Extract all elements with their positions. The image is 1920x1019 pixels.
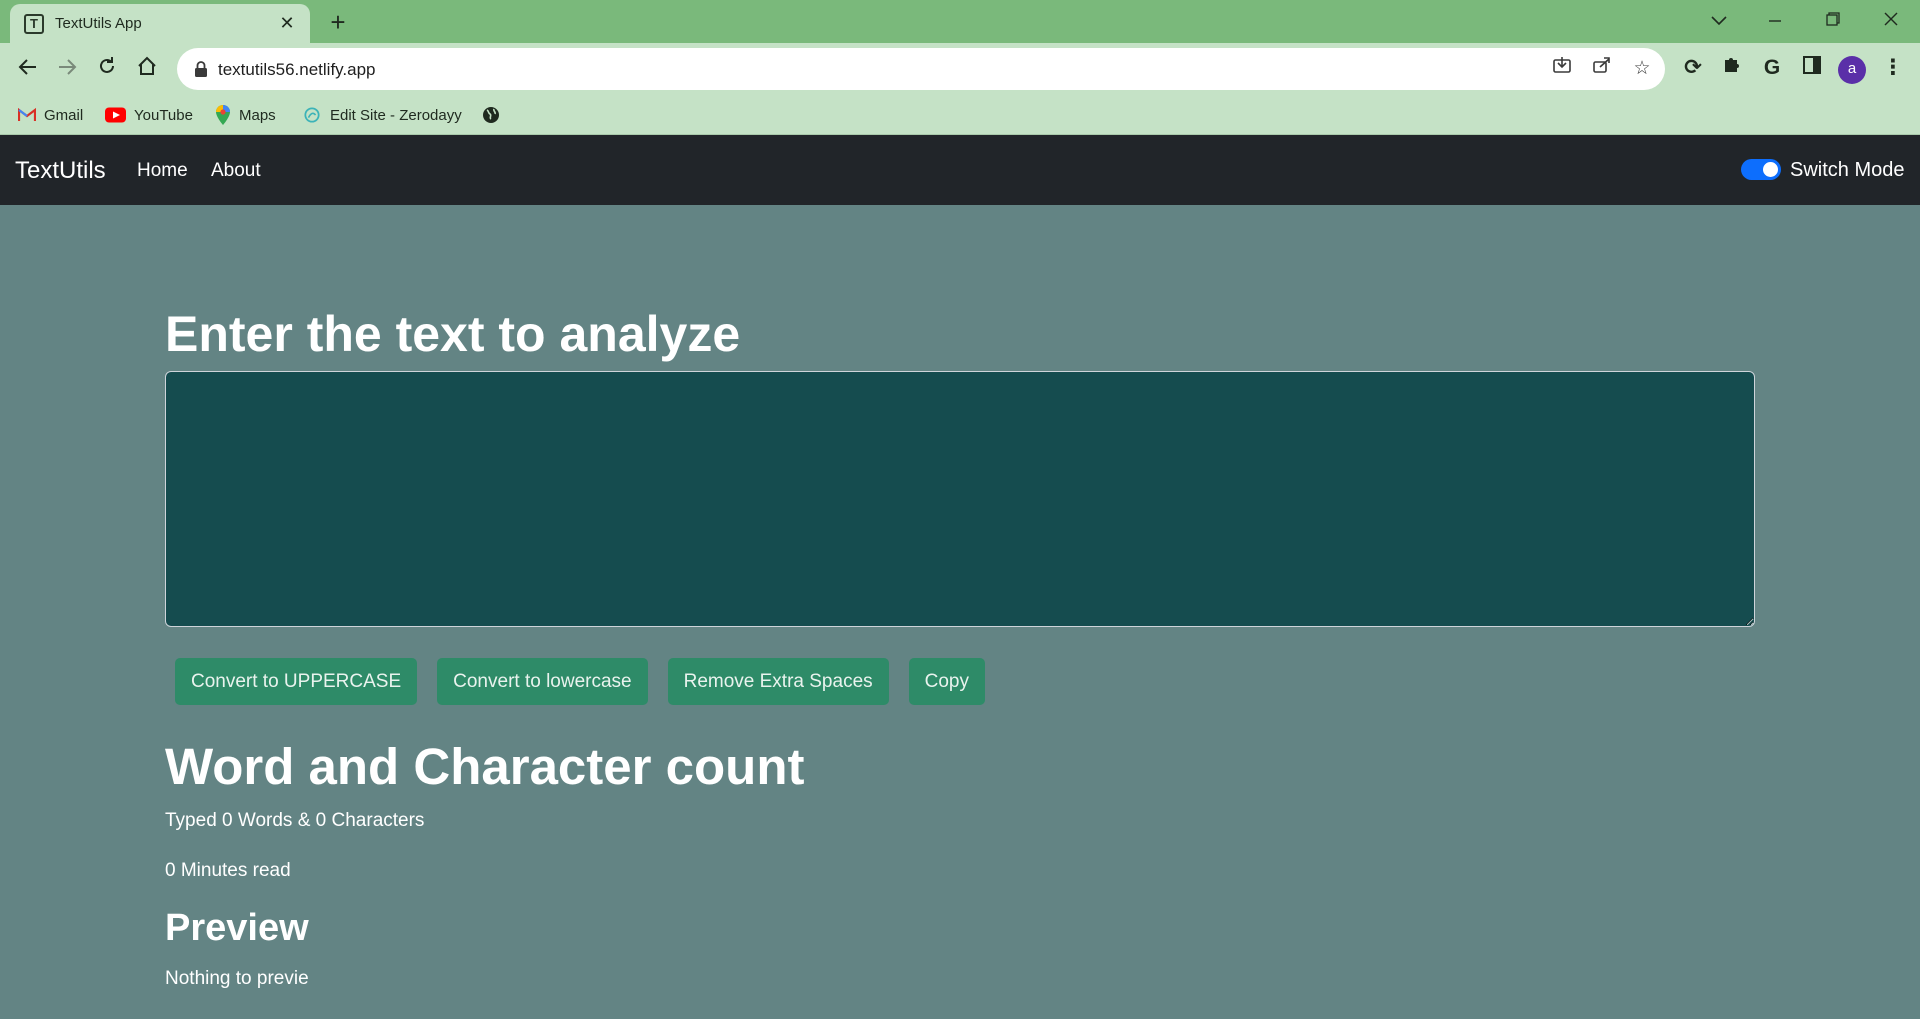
bookmarks-bar: Gmail YouTube Maps Edit Site - Zerodayy <box>0 95 1920 135</box>
bookmark-edit-site[interactable]: Edit Site - Zerodayy <box>302 104 462 126</box>
tab-title: TextUtils App <box>55 15 142 32</box>
bookmark-maps[interactable]: Maps <box>215 104 276 126</box>
forward-arrow-icon[interactable] <box>51 53 83 85</box>
browser-tab[interactable]: T TextUtils App ✕ <box>10 4 310 43</box>
mode-toggle-switch[interactable] <box>1741 159 1781 180</box>
navbar-brand[interactable]: TextUtils <box>15 157 106 185</box>
url-text[interactable]: textutils56.netlify.app <box>218 60 376 80</box>
word-char-count: Typed 0 Words & 0 Characters <box>165 810 425 831</box>
minimize-icon[interactable] <box>1755 4 1795 36</box>
browser-menu-icon[interactable]: ⋮ <box>1878 53 1908 83</box>
maps-icon <box>216 105 230 125</box>
bookmark-star-icon[interactable]: ☆ <box>1629 56 1655 82</box>
tab-search-chevron-icon[interactable] <box>1699 4 1739 36</box>
sync-extension-icon[interactable]: ⟳ <box>1678 53 1708 83</box>
home-icon[interactable] <box>131 53 163 85</box>
copy-button[interactable]: Copy <box>908 658 985 705</box>
remove-spaces-button[interactable]: Remove Extra Spaces <box>667 658 889 705</box>
globe-icon <box>483 107 499 123</box>
uppercase-button[interactable]: Convert to UPPERCASE <box>175 658 418 705</box>
bookmark-label: Edit Site - Zerodayy <box>330 106 462 124</box>
mode-toggle-label: Switch Mode <box>1790 159 1905 181</box>
lock-icon <box>195 61 207 77</box>
app-navbar: TextUtils Home About Switch Mode <box>0 135 1920 205</box>
read-time: 0 Minutes read <box>165 860 291 881</box>
grammar-g-icon[interactable]: G <box>1757 53 1787 83</box>
reload-icon[interactable] <box>91 53 123 85</box>
youtube-icon <box>105 107 126 123</box>
profile-avatar[interactable]: a <box>1838 56 1866 84</box>
share-icon[interactable] <box>1589 56 1615 82</box>
tab-close-icon[interactable]: ✕ <box>276 12 298 34</box>
bookmark-label: Maps <box>239 106 276 124</box>
browser-toolbar: textutils56.netlify.app ☆ ⟳ G a ⋮ <box>0 43 1920 95</box>
bookmark-label: Gmail <box>44 106 84 124</box>
new-tab-button[interactable]: + <box>323 7 353 37</box>
extensions-puzzle-icon[interactable] <box>1717 53 1747 83</box>
lowercase-button[interactable]: Convert to lowercase <box>437 658 648 705</box>
restore-icon[interactable] <box>1813 4 1853 36</box>
close-window-icon[interactable] <box>1871 4 1911 36</box>
nav-link-about[interactable]: About <box>211 160 261 182</box>
site-icon <box>304 107 320 123</box>
action-buttons: Convert to UPPERCASE Convert to lowercas… <box>175 658 985 705</box>
browser-tab-strip: T TextUtils App ✕ + <box>0 0 1920 43</box>
gmail-icon <box>18 107 36 121</box>
bookmark-gmail[interactable]: Gmail <box>18 104 83 126</box>
bookmark-globe[interactable] <box>482 104 508 126</box>
preview-heading: Preview <box>165 907 309 949</box>
side-panel-icon[interactable] <box>1797 53 1827 83</box>
text-input-area[interactable] <box>165 371 1755 627</box>
bookmark-youtube[interactable]: YouTube <box>105 104 193 126</box>
nav-link-home[interactable]: Home <box>137 160 188 182</box>
summary-heading: Word and Character count <box>165 738 805 795</box>
textutils-favicon-icon: T <box>24 14 44 34</box>
back-arrow-icon[interactable] <box>12 53 44 85</box>
bookmark-label: YouTube <box>134 106 193 124</box>
install-app-icon[interactable] <box>1549 56 1575 82</box>
preview-text: Nothing to previe <box>165 968 309 989</box>
page-title: Enter the text to analyze <box>165 306 741 362</box>
address-bar[interactable]: textutils56.netlify.app ☆ <box>177 48 1665 90</box>
